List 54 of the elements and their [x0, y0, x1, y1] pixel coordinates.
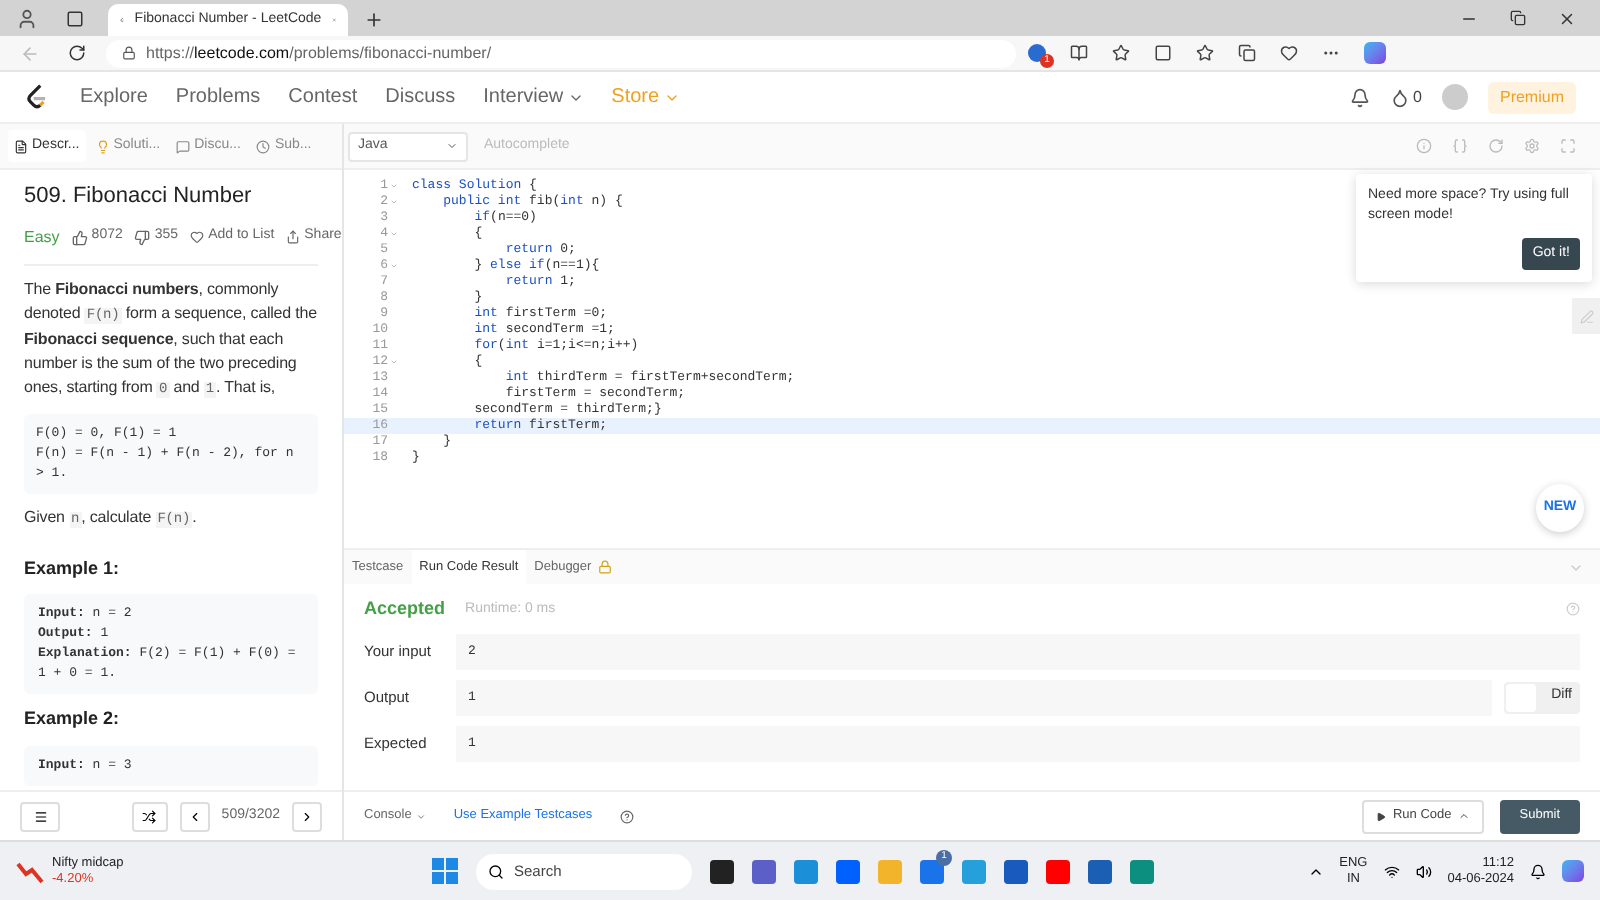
- status-text: Accepted: [364, 596, 446, 622]
- tab-icon: [176, 139, 191, 153]
- lock-icon: [122, 46, 136, 60]
- share-icon: [286, 230, 301, 244]
- close-icon[interactable]: [1558, 10, 1576, 28]
- caret-icon: [446, 140, 458, 152]
- caret-icon: [1457, 810, 1470, 822]
- tab-icon: [256, 139, 271, 153]
- tab-icon: [95, 139, 110, 153]
- refresh-icon[interactable]: [68, 44, 86, 62]
- tab-icon: [14, 139, 28, 153]
- nav-link[interactable]: Explore: [80, 82, 148, 112]
- chevron-left-icon: [187, 809, 202, 823]
- caret-icon: [415, 811, 426, 821]
- nav-link[interactable]: Discuss: [385, 82, 456, 112]
- taskbar-app-icon[interactable]: [710, 859, 734, 883]
- chevron-right-icon: [300, 809, 314, 823]
- volume-icon[interactable]: [1415, 863, 1432, 879]
- example-title: Example 1:: [24, 555, 122, 582]
- new-tab-icon[interactable]: [364, 10, 384, 30]
- favorites-icon[interactable]: [1196, 44, 1214, 62]
- menu-icon: [33, 809, 47, 823]
- bell-icon[interactable]: [1349, 87, 1370, 107]
- problem-title: 509. Fibonacci Number: [24, 182, 254, 212]
- windows-icon[interactable]: [432, 858, 458, 884]
- favorite-icon[interactable]: [1112, 44, 1130, 62]
- notifications-icon[interactable]: [1530, 863, 1546, 879]
- lock-icon: [597, 560, 612, 574]
- address-bar[interactable]: https://leetcode.com/problems/fibonacci-number/: [106, 39, 1016, 67]
- dislike-icon[interactable]: [134, 229, 151, 245]
- problem-list-button[interactable]: [20, 801, 60, 831]
- example-title: Example 2:: [24, 706, 122, 732]
- play-icon: [1376, 811, 1387, 821]
- help-icon[interactable]: [620, 809, 635, 823]
- tab-actions-icon[interactable]: [66, 10, 84, 28]
- shuffle-button[interactable]: [131, 801, 168, 831]
- wifi-icon[interactable]: [1383, 863, 1400, 879]
- difficulty-label: Easy: [24, 225, 60, 249]
- search-icon: [488, 863, 504, 879]
- nav-link[interactable]: Interview: [483, 82, 584, 112]
- restore-icon[interactable]: [1510, 10, 1526, 26]
- stock-chart-icon: [16, 857, 44, 885]
- mail-app-icon[interactable]: [920, 859, 944, 883]
- coin-count: 0: [1413, 85, 1422, 109]
- edit-icon: [1579, 309, 1593, 323]
- nav-link[interactable]: Contest: [288, 82, 358, 112]
- nav-link[interactable]: Problems: [175, 82, 261, 112]
- heart-icon: [190, 230, 205, 244]
- shuffle-icon: [142, 809, 157, 823]
- profile-icon[interactable]: [16, 8, 38, 30]
- collections-icon[interactable]: [1238, 44, 1256, 62]
- leetcode-logo[interactable]: [24, 84, 50, 110]
- like-icon[interactable]: [71, 229, 88, 245]
- split-screen-icon[interactable]: [1154, 44, 1172, 62]
